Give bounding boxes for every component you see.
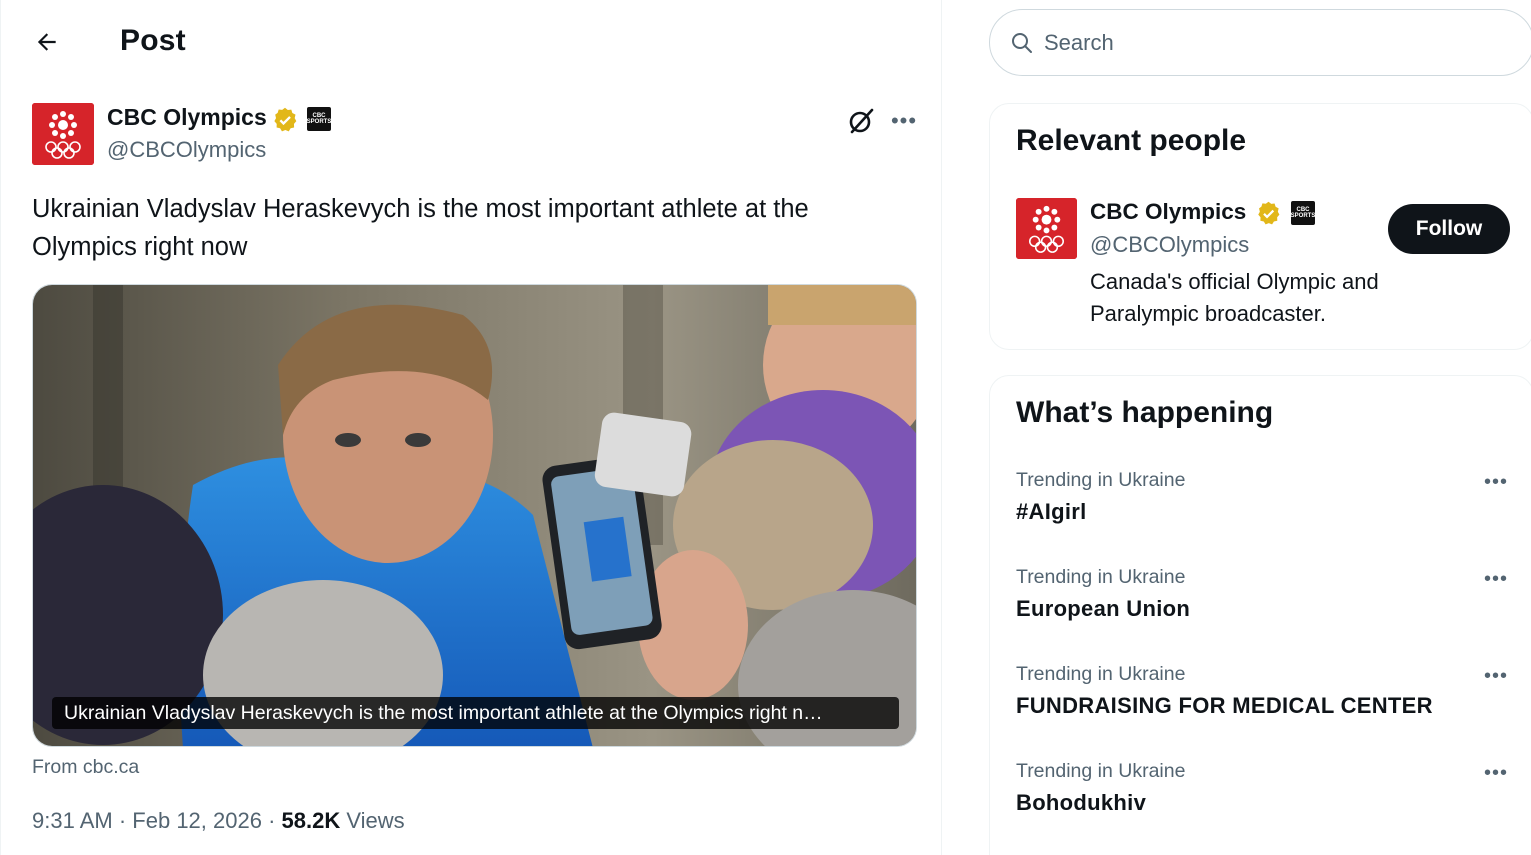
affiliate-badge[interactable]: CBC SPORTS	[307, 107, 331, 131]
card-image	[33, 285, 916, 746]
trend-name: FUNDRAISING FOR MEDICAL CENTER	[1016, 693, 1433, 718]
main-column: Post CBC Olympics CBC SPORTS @CBCOlympic…	[0, 0, 942, 855]
card-source[interactable]: From cbc.ca	[32, 756, 139, 779]
separator: ·	[118, 808, 127, 833]
post-text: Ukrainian Vladyslav Heraskevych is the m…	[32, 195, 809, 261]
post-metadata: 9:31 AM · Feb 12, 2026 · 58.2K Views	[32, 808, 405, 834]
more-options-icon[interactable]: •••	[887, 104, 921, 138]
more-options-icon[interactable]: •••	[1478, 564, 1514, 594]
trend-item[interactable]: Trending in Ukraine #AIgirl •••	[990, 469, 1530, 565]
cbc-olympics-logo	[32, 103, 94, 165]
search-input[interactable]	[1044, 29, 1504, 56]
affiliate-badge-text: CBC SPORTS	[1290, 207, 1316, 219]
link-card[interactable]: Ukrainian Vladyslav Heraskevych is the m…	[32, 284, 917, 747]
separator: ·	[268, 808, 276, 833]
trend-context: Trending in Ukraine	[1016, 469, 1186, 491]
views-count: 58.2K	[281, 808, 341, 833]
trend-context: Trending in Ukraine	[1016, 760, 1186, 782]
verified-badge-icon[interactable]	[1255, 200, 1282, 227]
verified-badge-icon[interactable]	[271, 106, 299, 134]
affiliate-badge[interactable]: CBC SPORTS	[1291, 201, 1315, 225]
grok-icon	[849, 108, 874, 134]
page-header: Post	[1, 0, 942, 84]
grok-button[interactable]	[844, 104, 878, 138]
follow-button[interactable]: Follow	[1388, 204, 1510, 254]
trend-item[interactable]: Trending in Ukraine FUNDRAISING FOR MEDI…	[990, 663, 1530, 759]
trend-name: #AIgirl	[1016, 499, 1087, 524]
arrow-left-icon	[37, 33, 56, 51]
post-date[interactable]: Feb 12, 2026	[132, 808, 262, 833]
trend-item[interactable]: Trending in Ukraine Bohodukhiv •••	[990, 760, 1530, 855]
trend-context: Trending in Ukraine	[1016, 566, 1186, 588]
more-options-icon[interactable]: •••	[1478, 758, 1514, 788]
card-caption: Ukrainian Vladyslav Heraskevych is the m…	[52, 697, 899, 729]
person-bio: Canada's official Olympic and Paralympic…	[1090, 269, 1379, 326]
person-avatar[interactable]	[1016, 198, 1077, 259]
search-bar[interactable]	[989, 9, 1531, 76]
trend-name: European Union	[1016, 596, 1191, 621]
whats-happening-title: What’s happening	[1016, 396, 1274, 429]
post-time[interactable]: 9:31 AM	[32, 808, 113, 833]
author-handle[interactable]: @CBCOlympics	[107, 137, 266, 163]
person-name[interactable]: CBC Olympics	[1090, 199, 1246, 225]
trend-name: Bohodukhiv	[1016, 790, 1147, 815]
trend-item[interactable]: Trending in Ukraine European Union •••	[990, 566, 1530, 662]
search-icon	[1012, 32, 1032, 53]
cbc-olympics-logo	[1016, 198, 1077, 259]
affiliate-badge-text: CBC SPORTS	[306, 113, 332, 125]
author-avatar[interactable]	[32, 103, 94, 165]
author-name[interactable]: CBC Olympics	[107, 104, 267, 131]
person-handle[interactable]: @CBCOlympics	[1090, 232, 1249, 258]
more-options-icon[interactable]: •••	[1478, 661, 1514, 691]
trend-context: Trending in Ukraine	[1016, 663, 1186, 685]
views-label: Views	[346, 808, 405, 833]
back-button[interactable]	[27, 22, 67, 62]
relevant-people-title: Relevant people	[1016, 124, 1247, 157]
page-title: Post	[120, 24, 186, 57]
more-options-icon[interactable]: •••	[1478, 467, 1514, 497]
